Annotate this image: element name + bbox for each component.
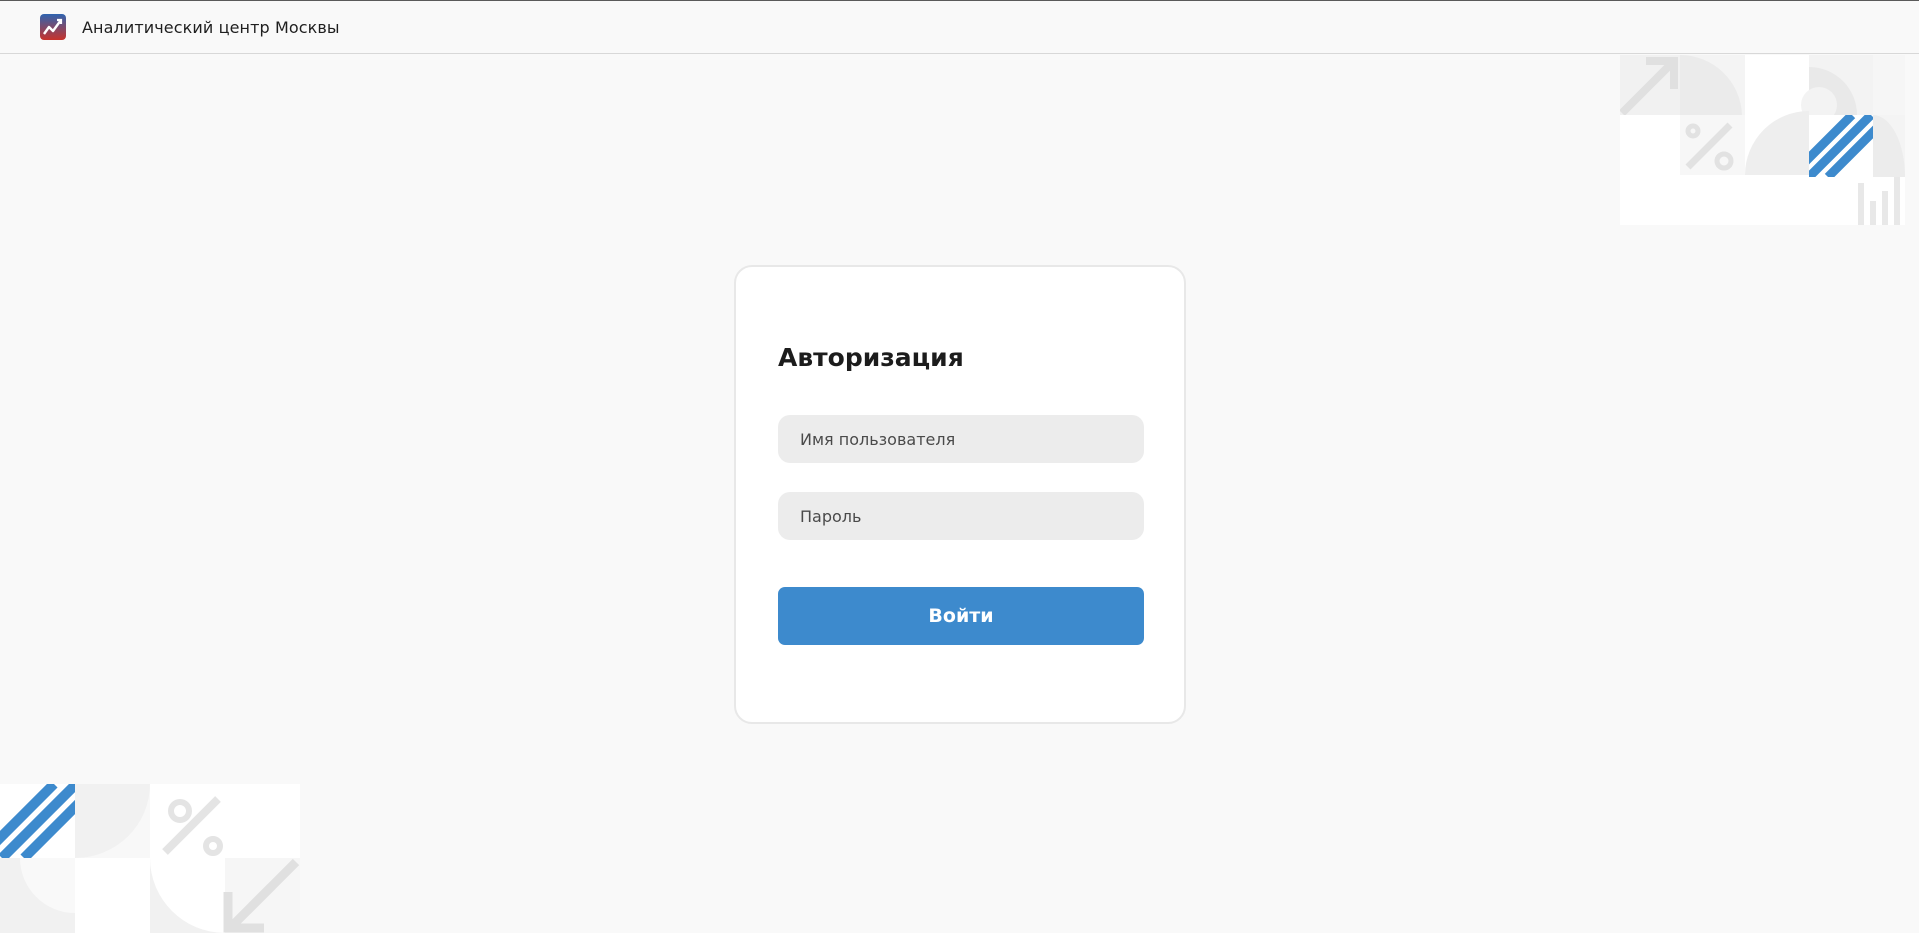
percent-icon bbox=[1680, 115, 1745, 175]
password-input[interactable] bbox=[778, 492, 1144, 540]
arrow-down-left-icon bbox=[223, 858, 300, 933]
decor-pattern-bottom-left bbox=[0, 784, 300, 933]
login-card: Авторизация Войти bbox=[734, 265, 1186, 724]
arrow-up-right-icon bbox=[1620, 55, 1680, 116]
brand-logo-icon[interactable] bbox=[40, 14, 66, 40]
top-header: Аналитический центр Москвы bbox=[0, 0, 1919, 54]
login-title: Авторизация bbox=[778, 343, 964, 372]
decor-pattern-top-right bbox=[1620, 55, 1905, 225]
brand-title[interactable]: Аналитический центр Москвы bbox=[82, 18, 340, 37]
login-button[interactable]: Войти bbox=[778, 587, 1144, 645]
percent-icon bbox=[150, 784, 225, 858]
username-input[interactable] bbox=[778, 415, 1144, 463]
